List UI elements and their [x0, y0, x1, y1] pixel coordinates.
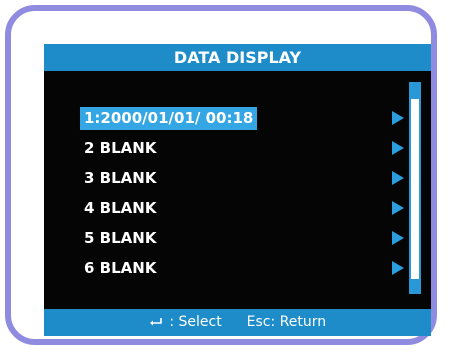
arrow-right-icon	[392, 261, 404, 275]
list-item-2[interactable]: 2 BLANK	[80, 133, 404, 163]
device-screen: DATA DISPLAY 1:2000/01/01/ 00:18 2 BLANK…	[44, 44, 431, 336]
status-bar: : Select Esc: Return	[44, 309, 431, 336]
list-item-label: 6 BLANK	[84, 259, 157, 277]
page-title: DATA DISPLAY	[44, 44, 431, 71]
list-item-label: 3 BLANK	[84, 169, 157, 187]
arrow-right-icon	[392, 141, 404, 155]
data-list: 1:2000/01/01/ 00:18 2 BLANK 3 BLANK 4 BL…	[80, 103, 404, 283]
list-item-1[interactable]: 1:2000/01/01/ 00:18	[80, 103, 404, 133]
list-item-6[interactable]: 6 BLANK	[80, 253, 404, 283]
list-item-5[interactable]: 5 BLANK	[80, 223, 404, 253]
scrollbar-thumb[interactable]	[411, 99, 419, 279]
list-item-label: 4 BLANK	[84, 199, 157, 217]
select-hint: : Select	[169, 314, 222, 330]
arrow-right-icon	[392, 171, 404, 185]
enter-icon	[149, 317, 163, 327]
list-item-label: 1:2000/01/01/ 00:18	[80, 107, 258, 130]
return-hint: Esc: Return	[246, 314, 327, 330]
arrow-right-icon	[392, 111, 404, 125]
list-item-4[interactable]: 4 BLANK	[80, 193, 404, 223]
list-item-3[interactable]: 3 BLANK	[80, 163, 404, 193]
arrow-right-icon	[392, 231, 404, 245]
arrow-right-icon	[392, 201, 404, 215]
list-item-label: 5 BLANK	[84, 229, 157, 247]
list-item-label: 2 BLANK	[84, 139, 157, 157]
